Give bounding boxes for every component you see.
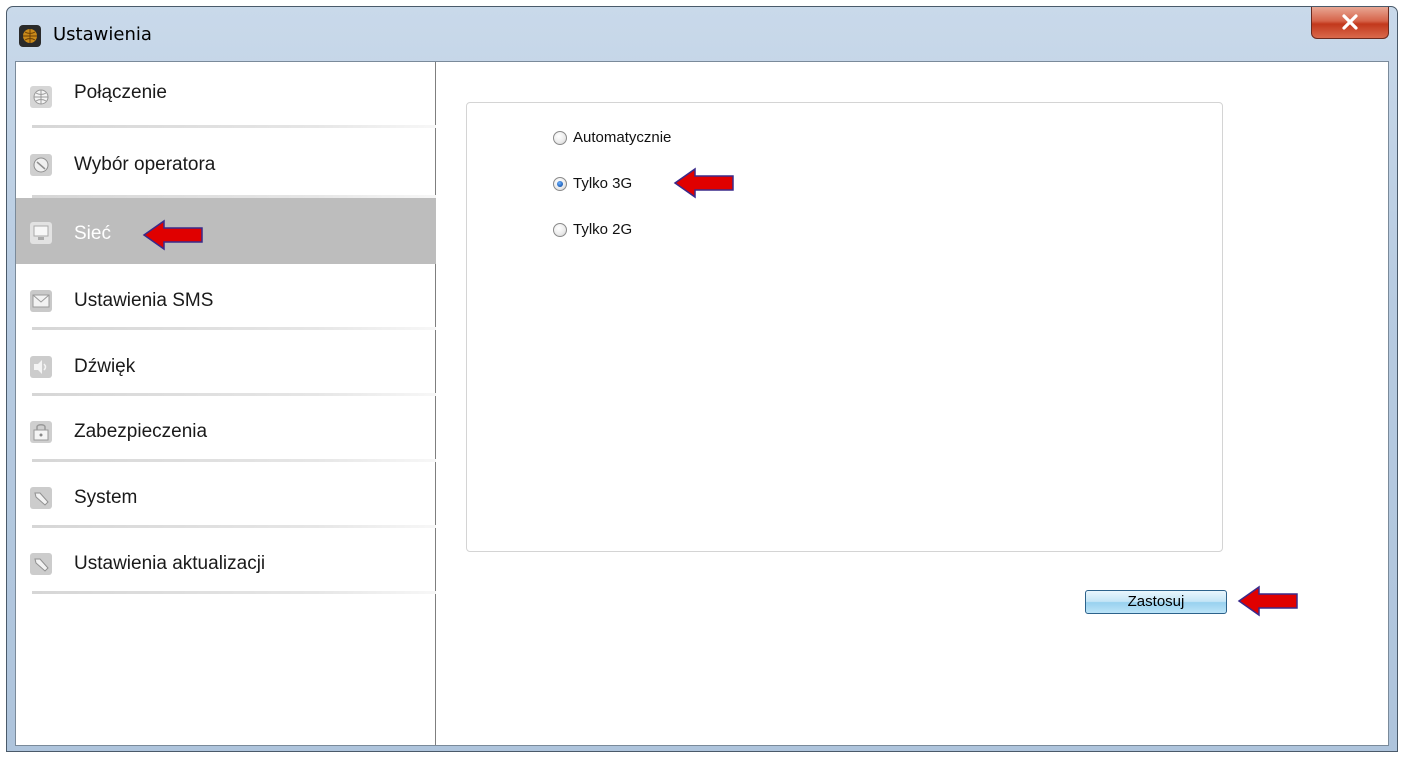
network-settings-panel: Automatycznie Tylko 3G Tylko 2G Zastosuj [436,62,1388,745]
sidebar-item-label: Sieć [74,223,111,244]
sidebar-item-ustawienia-aktualizacji[interactable]: Ustawienia aktualizacji [16,528,436,594]
radio-button-checked[interactable] [553,177,567,191]
speaker-icon [30,356,52,378]
lock-icon [30,421,52,443]
globe-icon [30,86,52,108]
sidebar-item-polaczenie[interactable]: Połączenie [16,62,436,128]
sidebar-item-dzwiek[interactable]: Dźwięk [16,330,436,396]
sidebar-item-ustawienia-sms[interactable]: Ustawienia SMS [16,264,436,330]
apply-button[interactable]: Zastosuj [1085,590,1227,614]
settings-window: Ustawienia Połączenie Wybór operatora Si… [6,6,1398,752]
monitor-icon [30,222,52,244]
window-client-area: Połączenie Wybór operatora Sieć Ustawien… [15,61,1389,746]
close-icon [1342,14,1358,30]
window-title: Ustawienia [53,24,152,45]
radio-button[interactable] [553,223,567,237]
sidebar-item-wybor-operatora[interactable]: Wybór operatora [16,132,436,198]
sidebar-item-zabezpieczenia[interactable]: Zabezpieczenia [16,396,436,462]
operator-icon [30,154,52,176]
close-button[interactable] [1311,7,1389,39]
red-arrow-icon [673,167,734,199]
sidebar-item-siec[interactable]: Sieć [16,198,436,264]
wrench-icon [30,553,52,575]
sidebar-item-label: Zabezpieczenia [74,421,208,442]
sidebar-item-label: System [74,487,138,508]
radio-label: Automatycznie [573,129,672,146]
sidebar-item-label: Ustawienia aktualizacji [74,553,266,574]
radio-button[interactable] [553,131,567,145]
red-arrow-icon [1237,585,1298,617]
wrench-icon [30,487,52,509]
radio-label: Tylko 2G [573,221,633,238]
divider [32,591,436,594]
sidebar-item-label: Wybór operatora [74,154,216,175]
radio-label: Tylko 3G [573,175,633,192]
sidebar-item-label: Ustawienia SMS [74,290,214,311]
network-mode-group: Automatycznie Tylko 3G Tylko 2G [466,102,1223,552]
app-icon [19,25,41,47]
red-arrow-icon [142,219,203,251]
sidebar-item-system[interactable]: System [16,462,436,528]
envelope-icon [30,290,52,312]
sidebar: Połączenie Wybór operatora Sieć Ustawien… [16,62,436,745]
divider [32,125,436,128]
sidebar-item-label: Połączenie [74,82,167,103]
title-bar[interactable]: Ustawienia [7,7,1397,61]
sidebar-item-label: Dźwięk [74,356,136,377]
